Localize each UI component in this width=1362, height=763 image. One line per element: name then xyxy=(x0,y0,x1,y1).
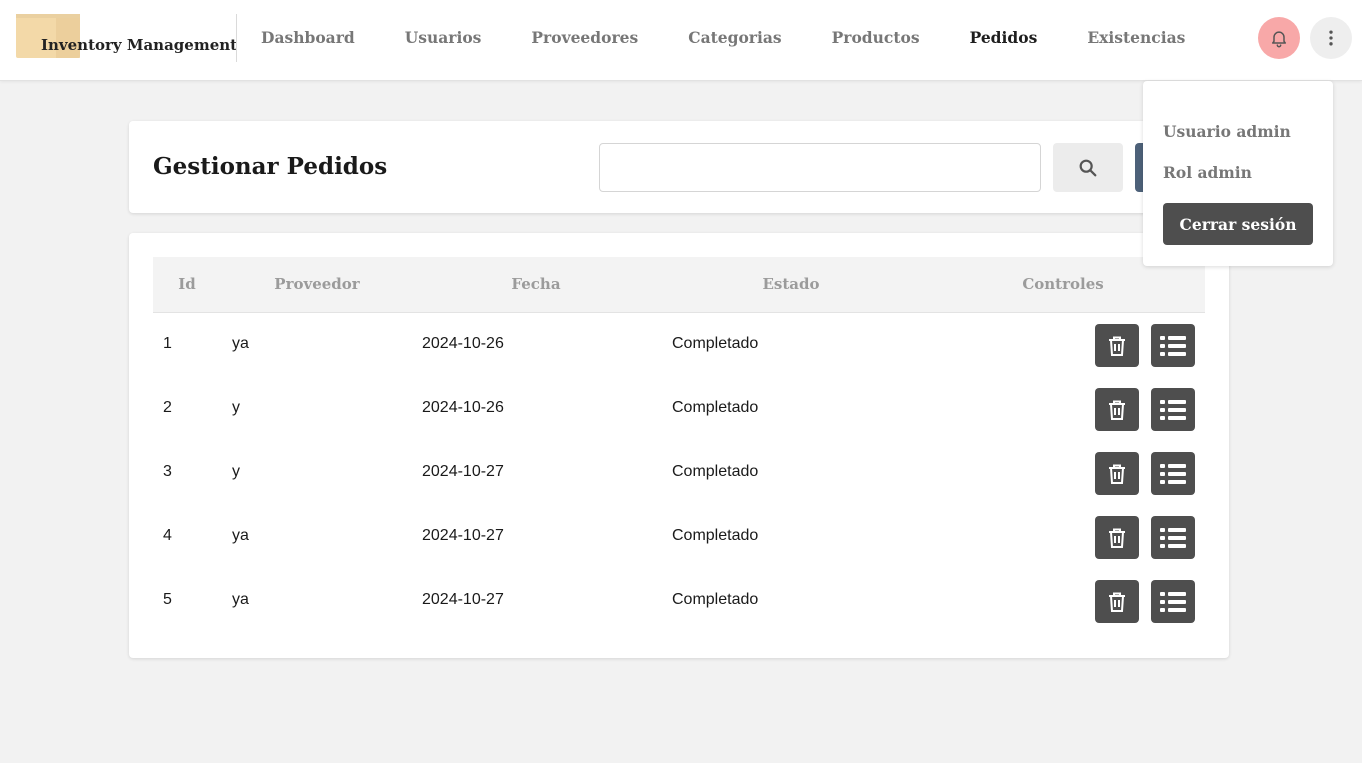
cell-proveedor: ya xyxy=(232,591,249,608)
column-header-id: Id xyxy=(178,275,196,293)
navbar-divider xyxy=(236,14,237,62)
list-icon xyxy=(1160,463,1186,484)
details-button[interactable] xyxy=(1151,452,1195,495)
details-button[interactable] xyxy=(1151,580,1195,623)
cell-proveedor: y xyxy=(232,399,240,416)
details-button[interactable] xyxy=(1151,516,1195,559)
trash-icon xyxy=(1109,528,1125,548)
table-row: 2 y 2024-10-26 Completado xyxy=(153,377,1205,441)
app-logo[interactable]: Inventory Management xyxy=(16,14,238,62)
cell-fecha: 2024-10-27 xyxy=(422,527,504,544)
page-title: Gestionar Pedidos xyxy=(153,153,388,180)
cell-fecha: 2024-10-27 xyxy=(422,463,504,480)
cell-id: 5 xyxy=(163,591,172,608)
list-icon xyxy=(1160,399,1186,420)
list-icon xyxy=(1160,335,1186,356)
delete-button[interactable] xyxy=(1095,452,1139,495)
app-title: Inventory Management xyxy=(41,36,238,54)
cell-id: 2 xyxy=(163,399,172,416)
orders-table-card: Id Proveedor Fecha Estado Controles 1 ya… xyxy=(129,233,1229,658)
details-button[interactable] xyxy=(1151,388,1195,431)
cell-estado: Completado xyxy=(672,591,759,608)
list-icon xyxy=(1160,527,1186,548)
trash-icon xyxy=(1109,400,1125,420)
search-button[interactable] xyxy=(1053,143,1123,192)
nav-item-productos[interactable]: Productos xyxy=(832,28,920,47)
nav-item-pedidos[interactable]: Pedidos xyxy=(970,28,1038,47)
cell-proveedor: ya xyxy=(232,335,249,352)
nav-item-proveedores[interactable]: Proveedores xyxy=(531,28,638,47)
cell-id: 1 xyxy=(163,335,172,352)
search-icon xyxy=(1079,159,1097,176)
page-header-card: Gestionar Pedidos xyxy=(129,121,1229,213)
nav-item-existencias[interactable]: Existencias xyxy=(1087,28,1185,47)
cell-id: 3 xyxy=(163,463,172,480)
nav-item-categorias[interactable]: Categorias xyxy=(688,28,781,47)
column-header-proveedor: Proveedor xyxy=(274,275,360,293)
trash-icon xyxy=(1109,592,1125,612)
cell-id: 4 xyxy=(163,527,172,544)
table-row: 1 ya 2024-10-26 Completado xyxy=(153,313,1205,377)
cell-estado: Completado xyxy=(672,399,759,416)
cell-estado: Completado xyxy=(672,463,759,480)
bell-icon xyxy=(1272,31,1286,48)
cell-proveedor: ya xyxy=(232,527,249,544)
delete-button[interactable] xyxy=(1095,516,1139,559)
cell-fecha: 2024-10-26 xyxy=(422,399,504,416)
search-input[interactable] xyxy=(599,143,1041,192)
cell-fecha: 2024-10-27 xyxy=(422,591,504,608)
cell-estado: Completado xyxy=(672,527,759,544)
column-header-controles: Controles xyxy=(1022,275,1104,293)
top-navbar: Inventory Management Dashboard Usuarios … xyxy=(0,0,1362,81)
notifications-button[interactable] xyxy=(1258,17,1300,59)
nav-item-usuarios[interactable]: Usuarios xyxy=(405,28,482,47)
table-row: 5 ya 2024-10-27 Completado xyxy=(153,569,1205,633)
cell-estado: Completado xyxy=(672,335,759,352)
delete-button[interactable] xyxy=(1095,388,1139,431)
cell-fecha: 2024-10-26 xyxy=(422,335,504,352)
cell-proveedor: y xyxy=(232,463,240,480)
column-header-estado: Estado xyxy=(762,275,820,293)
delete-button[interactable] xyxy=(1095,580,1139,623)
user-name-label: Usuario admin xyxy=(1163,122,1291,141)
delete-button[interactable] xyxy=(1095,324,1139,367)
main-nav: Dashboard Usuarios Proveedores Categoria… xyxy=(261,28,1235,47)
nav-item-dashboard[interactable]: Dashboard xyxy=(261,28,355,47)
column-header-fecha: Fecha xyxy=(511,275,561,293)
table-row: 4 ya 2024-10-27 Completado xyxy=(153,505,1205,569)
logout-button[interactable]: Cerrar sesión xyxy=(1163,203,1313,245)
details-button[interactable] xyxy=(1151,324,1195,367)
table-row: 3 y 2024-10-27 Completado xyxy=(153,441,1205,505)
table-header: Id Proveedor Fecha Estado Controles xyxy=(153,257,1205,313)
more-menu-button[interactable] xyxy=(1310,17,1352,59)
user-role-label: Rol admin xyxy=(1163,163,1252,182)
trash-icon xyxy=(1109,336,1125,356)
user-dropdown-menu: Usuario admin Rol admin Cerrar sesión xyxy=(1143,81,1333,266)
more-vertical-icon xyxy=(1329,30,1333,46)
list-icon xyxy=(1160,591,1186,612)
trash-icon xyxy=(1109,464,1125,484)
